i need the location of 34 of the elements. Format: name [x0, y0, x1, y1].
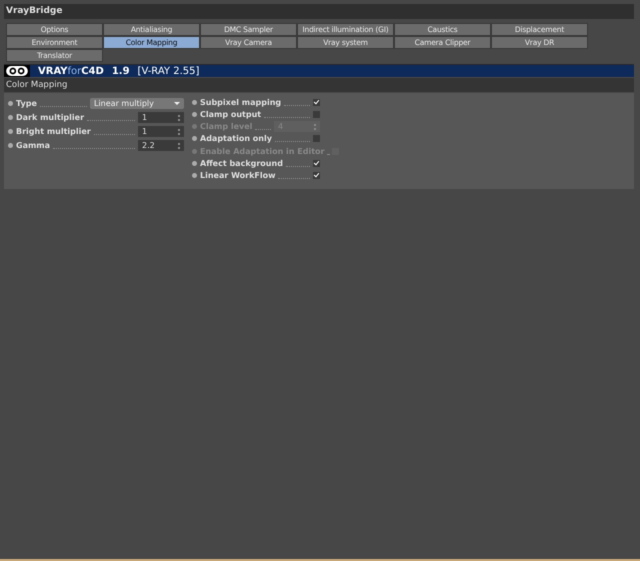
brand-name: VRAYforC4D: [38, 66, 104, 76]
checkbox[interactable]: [313, 99, 320, 106]
logo-icon: [4, 65, 30, 77]
section-header: Color Mapping: [4, 78, 634, 92]
number-field[interactable]: 1: [138, 126, 184, 137]
parameter-label: Type: [16, 99, 37, 108]
parameter-label: Affect background: [200, 158, 283, 168]
parameter-dot[interactable]: [8, 129, 13, 134]
checkbox[interactable]: [313, 172, 320, 179]
parameter-label: Linear WorkFlow: [200, 170, 276, 180]
parameter-dot[interactable]: [192, 100, 197, 106]
parameter-label: Dark multiplier: [16, 113, 84, 122]
number-field[interactable]: 1: [138, 112, 184, 123]
parameter-dot[interactable]: [8, 101, 13, 106]
number-field[interactable]: 2.2: [138, 140, 184, 151]
version-number: 1.9: [112, 66, 130, 76]
checkbox[interactable]: [313, 111, 320, 118]
parameter-label: Bright multiplier: [16, 127, 91, 136]
checkbox[interactable]: [313, 135, 320, 142]
parameter-dot[interactable]: [8, 143, 13, 148]
dropdown[interactable]: Linear multiply: [90, 98, 184, 109]
parameter-dot[interactable]: [192, 160, 197, 166]
parameter-label: Clamp output: [200, 110, 262, 120]
checkbox[interactable]: [313, 160, 320, 167]
engine-version: [V-RAY 2.55]: [138, 66, 200, 76]
parameter-dot[interactable]: [192, 136, 197, 142]
parameter-label: Gamma: [16, 141, 50, 150]
parameter-dot[interactable]: [192, 172, 197, 178]
parameter-dot[interactable]: [8, 115, 13, 120]
parameter-dot[interactable]: [192, 112, 197, 118]
window-title: VrayBridge: [4, 4, 634, 19]
parameter-label: Adaptation only: [200, 134, 272, 144]
parameter-label: Subpixel mapping: [200, 98, 282, 108]
caret-icon: [174, 102, 180, 105]
